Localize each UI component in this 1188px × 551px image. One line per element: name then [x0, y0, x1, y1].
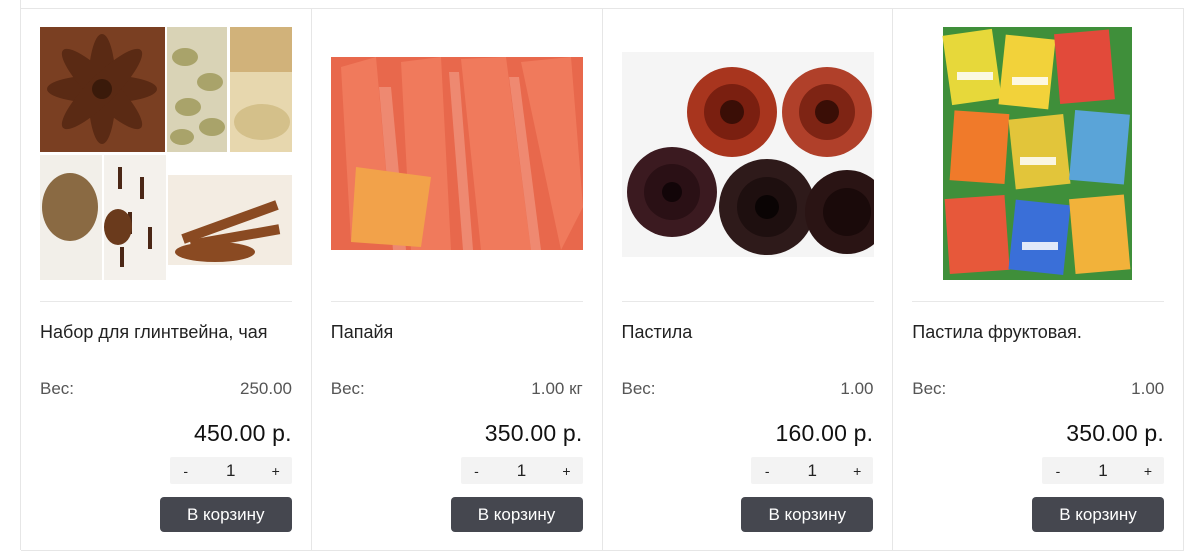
weight-label: Вес:	[621, 379, 656, 398]
qty-decrease-button[interactable]: -	[461, 463, 493, 479]
divider	[912, 301, 1165, 302]
divider	[40, 301, 292, 302]
weight-row: Вес: 1.00	[622, 379, 874, 399]
qty-increase-button[interactable]: +	[841, 463, 873, 479]
product-image[interactable]	[40, 27, 292, 280]
weight-value: 1.00	[840, 379, 874, 398]
weight-row: Вес: 1.00 кг	[331, 379, 583, 399]
product-price: 160.00 р.	[775, 420, 874, 446]
product-image[interactable]	[621, 27, 874, 280]
qty-increase-button[interactable]: +	[551, 463, 583, 479]
weight-row: Вес: 250.00	[40, 379, 292, 399]
product-price: 450.00 р.	[194, 420, 292, 446]
quantity-stepper: - 1 +	[751, 457, 874, 484]
add-to-cart-button[interactable]: В корзину	[741, 497, 874, 532]
qty-decrease-button[interactable]: -	[170, 463, 202, 479]
weight-row: Вес: 1.00	[912, 379, 1164, 399]
product-price: 350.00 р.	[484, 420, 583, 446]
quantity-stepper: - 1 +	[460, 457, 583, 484]
quantity-stepper: - 1 +	[1042, 457, 1164, 484]
product-card: Пастила Вес: 1.00 160.00 р. - 1 + В корз…	[602, 9, 894, 551]
qty-increase-button[interactable]: +	[1132, 463, 1164, 479]
product-card: Папайя Вес: 1.00 кг 350.00 р. - 1 + В ко…	[311, 9, 603, 551]
product-price: 350.00 р.	[1066, 420, 1164, 446]
divider	[621, 301, 874, 302]
add-to-cart-button[interactable]: В корзину	[159, 497, 292, 532]
product-grid: Набор для глинтвейна, чая Вес: 250.00 45…	[20, 8, 1184, 551]
qty-input[interactable]: 1	[493, 461, 551, 481]
grid-top-edge	[20, 0, 1184, 8]
product-image[interactable]	[330, 27, 583, 280]
add-to-cart-button[interactable]: В корзину	[450, 497, 583, 532]
qty-input[interactable]: 1	[202, 461, 260, 481]
qty-increase-button[interactable]: +	[260, 463, 292, 479]
qty-input[interactable]: 1	[783, 461, 841, 481]
weight-label: Вес:	[40, 379, 75, 398]
qty-decrease-button[interactable]: -	[1042, 463, 1074, 479]
add-to-cart-button[interactable]: В корзину	[1032, 497, 1164, 532]
product-card: Пастила фруктовая. Вес: 1.00 350.00 р. -…	[893, 9, 1184, 551]
weight-value: 1.00	[1131, 379, 1165, 398]
divider	[330, 301, 583, 302]
weight-value: 250.00	[240, 379, 292, 398]
qty-input[interactable]: 1	[1074, 461, 1132, 481]
product-title[interactable]: Пастила	[622, 321, 874, 343]
quantity-stepper: - 1 +	[169, 457, 292, 484]
weight-label: Вес:	[330, 379, 365, 398]
product-image[interactable]	[912, 27, 1165, 280]
product-title[interactable]: Набор для глинтвейна, чая	[40, 321, 292, 343]
weight-value: 1.00 кг	[531, 379, 583, 398]
weight-label: Вес:	[912, 379, 947, 398]
qty-decrease-button[interactable]: -	[751, 463, 783, 479]
product-card: Набор для глинтвейна, чая Вес: 250.00 45…	[21, 9, 312, 551]
product-title[interactable]: Пастила фруктовая.	[912, 321, 1164, 343]
product-title[interactable]: Папайя	[331, 321, 583, 343]
